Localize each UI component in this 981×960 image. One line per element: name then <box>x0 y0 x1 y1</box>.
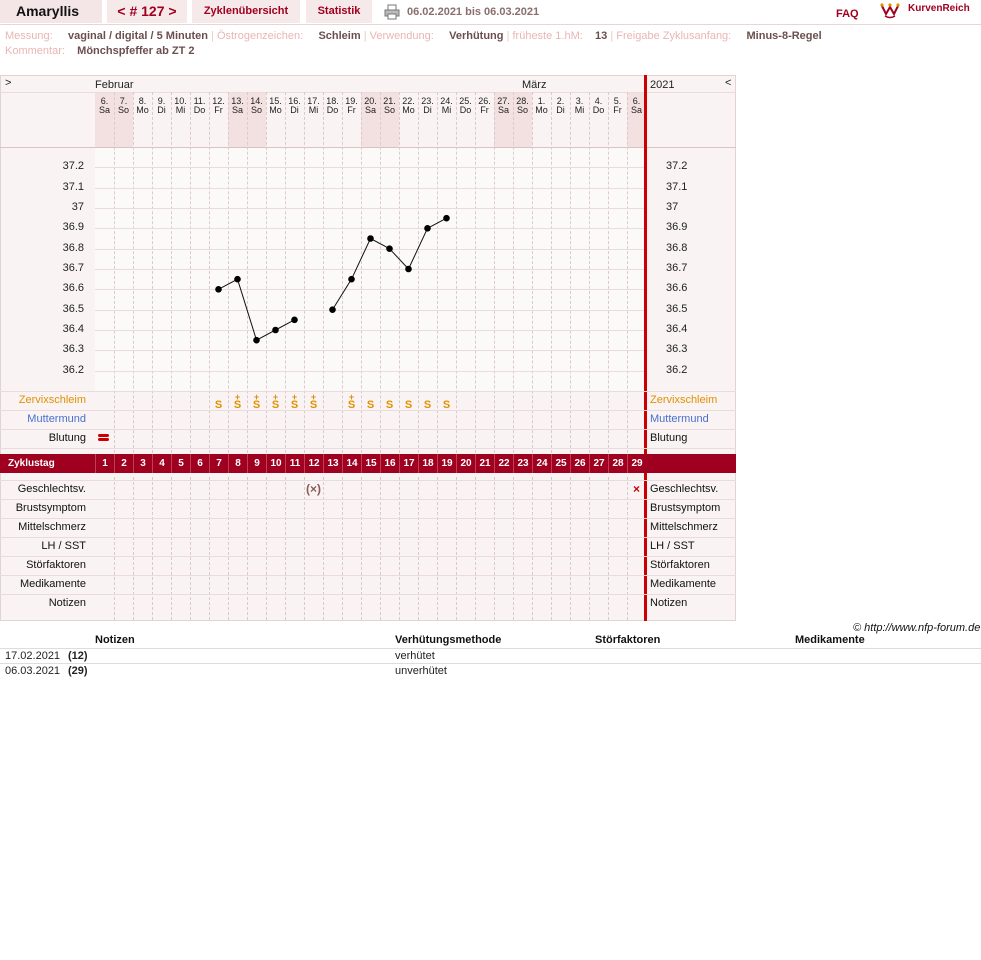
cycle-navigator[interactable]: < # 127 > <box>107 0 187 23</box>
hm-value: 13 <box>595 30 608 42</box>
print-icon[interactable] <box>384 4 400 20</box>
curve-segment <box>237 279 257 341</box>
curve-segment <box>408 228 428 270</box>
table-row: 06.03.2021 (29) unverhütet <box>0 663 981 679</box>
tab-cycle-overview[interactable]: Zyklenübersicht <box>192 0 300 23</box>
crown-logo-icon[interactable] <box>880 1 900 19</box>
note-day: (29) <box>68 665 88 677</box>
curve-segment <box>389 248 409 270</box>
messung-label: Messung: <box>5 30 53 42</box>
medication-header: Medikamente <box>795 634 865 646</box>
oestrogen-value: Schleim <box>318 30 361 42</box>
temperature-point[interactable] <box>253 336 260 344</box>
comment-info: Kommentar: Mönchspfeffer ab ZT 2 <box>5 45 195 57</box>
temperature-point[interactable] <box>367 235 374 242</box>
temperature-point[interactable] <box>272 326 279 334</box>
note-day: (12) <box>68 650 88 662</box>
copyright: © http://www.nfp-forum.de <box>853 622 981 634</box>
oestrogen-label: Östrogenzeichen: <box>216 30 304 42</box>
kommentar-value: Mönchspfeffer ab ZT 2 <box>77 45 195 57</box>
freigabe-label: Freigabe Zyklusanfang: <box>616 30 732 42</box>
table-row: 17.02.2021 (12) verhütet <box>0 648 981 664</box>
verwendung-label: Verwendung: <box>369 30 434 42</box>
tab-statistics[interactable]: Statistik <box>306 0 372 23</box>
verwendung-value: Verhütung <box>449 30 504 42</box>
faq-link[interactable]: FAQ <box>836 4 859 24</box>
logo-text[interactable]: KurvenReich <box>908 3 970 14</box>
temperature-point[interactable] <box>348 275 355 283</box>
temperature-point[interactable] <box>424 225 431 232</box>
note-method: verhütet <box>395 650 435 662</box>
temperature-curve <box>215 214 450 344</box>
notes-header: Notizen <box>95 634 135 646</box>
temperature-point[interactable] <box>291 316 298 324</box>
user-name: Amaryllis <box>0 0 102 23</box>
temperature-point[interactable] <box>329 306 336 313</box>
note-date: 17.02.2021 <box>5 650 61 662</box>
curve-segment <box>351 238 371 280</box>
freigabe-value: Minus-8-Regel <box>746 30 822 42</box>
measurement-info: Messung: vaginal / digital / 5 Minuten |… <box>5 30 822 42</box>
temperature-point[interactable] <box>443 214 450 222</box>
note-method: unverhütet <box>395 665 447 677</box>
curve-segment <box>332 278 352 310</box>
cycle-chart: > < Februar März 2021 6. Sa 7. So 8. Mo 9. Di 10. Mi 11… <box>0 75 736 621</box>
disturb-header: Störfaktoren <box>595 634 661 646</box>
temperature-point[interactable] <box>215 286 222 293</box>
note-date: 06.03.2021 <box>5 665 61 677</box>
date-range: 06.02.2021 bis 06.03.2021 <box>407 6 540 18</box>
kommentar-label: Kommentar: <box>5 45 65 57</box>
temperature-point[interactable] <box>234 275 241 283</box>
temperature-point[interactable] <box>386 245 393 252</box>
messung-value: vaginal / digital / 5 Minuten <box>67 30 208 42</box>
temperature-point[interactable] <box>405 265 412 273</box>
top-bar: Amaryllis < # 127 > Zyklenübersicht Stat… <box>0 0 981 25</box>
hm-label: früheste 1.hM: <box>512 30 583 42</box>
method-header: Verhütungsmethode <box>395 634 502 646</box>
